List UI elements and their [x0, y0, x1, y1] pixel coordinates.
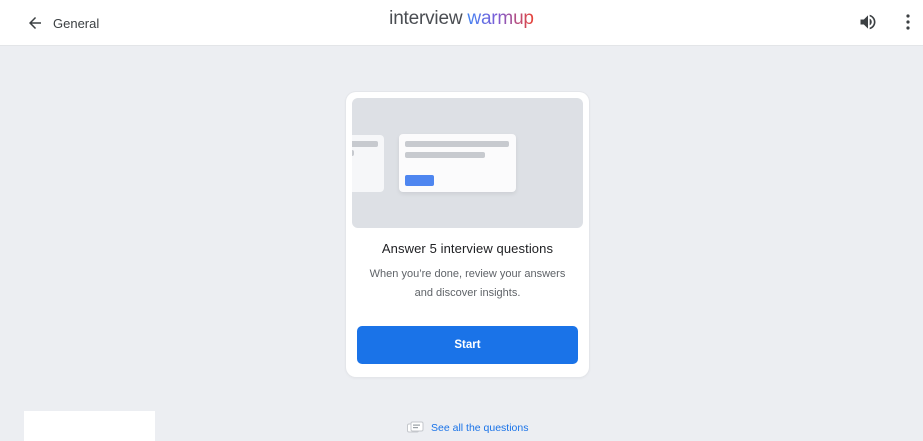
illustration-card-main — [399, 134, 516, 192]
illustration-line — [405, 152, 485, 158]
illustration-button — [405, 175, 434, 186]
start-button[interactable]: Start — [357, 326, 578, 364]
back-label: General — [53, 15, 100, 31]
interview-card: Answer 5 interview questions When you’re… — [346, 92, 589, 377]
logo-text-warmup: warmup — [467, 8, 534, 29]
card-title: Answer 5 interview questions — [381, 241, 554, 256]
app-logo: interview warmup — [0, 8, 923, 30]
bottom-left-panel — [24, 411, 155, 441]
more-vertical-icon — [906, 14, 910, 30]
see-all-questions-link[interactable]: See all the questions — [407, 420, 528, 436]
volume-icon — [860, 14, 876, 30]
illustration-line — [352, 150, 354, 156]
see-all-questions-label: See all the questions — [431, 422, 529, 434]
illustration-line — [352, 141, 378, 147]
logo-text-interview: interview — [389, 8, 468, 29]
top-app-bar: General interview warmup — [0, 0, 923, 46]
question-list-icon — [407, 421, 424, 433]
illustration-card-left — [352, 135, 384, 192]
illustration-line — [405, 141, 509, 147]
card-description: When you’re done, review your answers an… — [369, 268, 566, 299]
back-button[interactable]: General — [26, 11, 99, 35]
arrow-left-icon — [29, 17, 41, 29]
more-options-button[interactable] — [901, 12, 915, 32]
volume-button[interactable] — [858, 12, 878, 32]
interview-illustration — [352, 98, 583, 228]
